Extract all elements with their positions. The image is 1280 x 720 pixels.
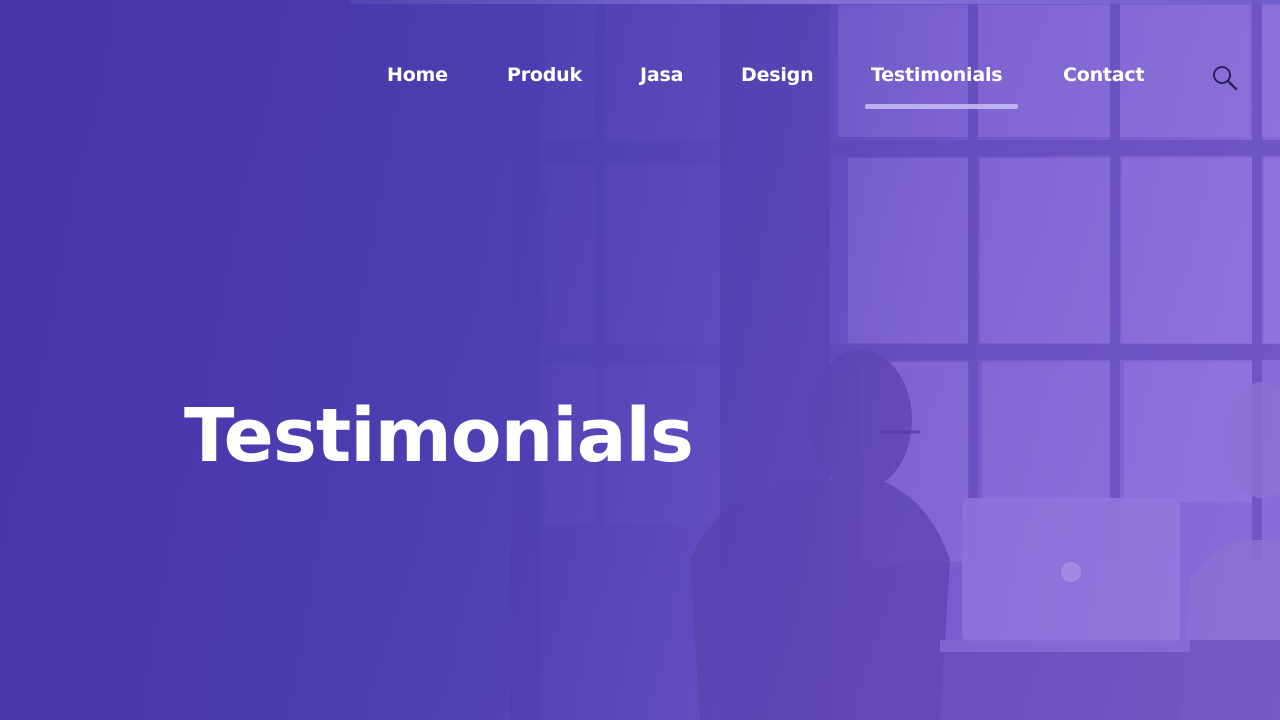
- nav-item-produk[interactable]: Produk: [507, 64, 582, 86]
- nav-item-jasa[interactable]: Jasa: [640, 64, 683, 86]
- active-nav-underline: [865, 104, 1018, 109]
- hero-section: Home Produk Jasa Design Testimonials Con…: [0, 0, 1280, 720]
- search-icon: [1213, 66, 1238, 91]
- nav-item-contact[interactable]: Contact: [1063, 64, 1145, 86]
- nav-item-home[interactable]: Home: [387, 64, 448, 86]
- nav-item-design[interactable]: Design: [741, 64, 814, 86]
- photo-top-edge: [350, 0, 1280, 4]
- search-button[interactable]: [1210, 64, 1240, 92]
- page-title: Testimonials: [184, 393, 694, 479]
- nav-item-testimonials[interactable]: Testimonials: [871, 64, 1003, 86]
- main-navigation: Home Produk Jasa Design Testimonials Con…: [0, 56, 1280, 116]
